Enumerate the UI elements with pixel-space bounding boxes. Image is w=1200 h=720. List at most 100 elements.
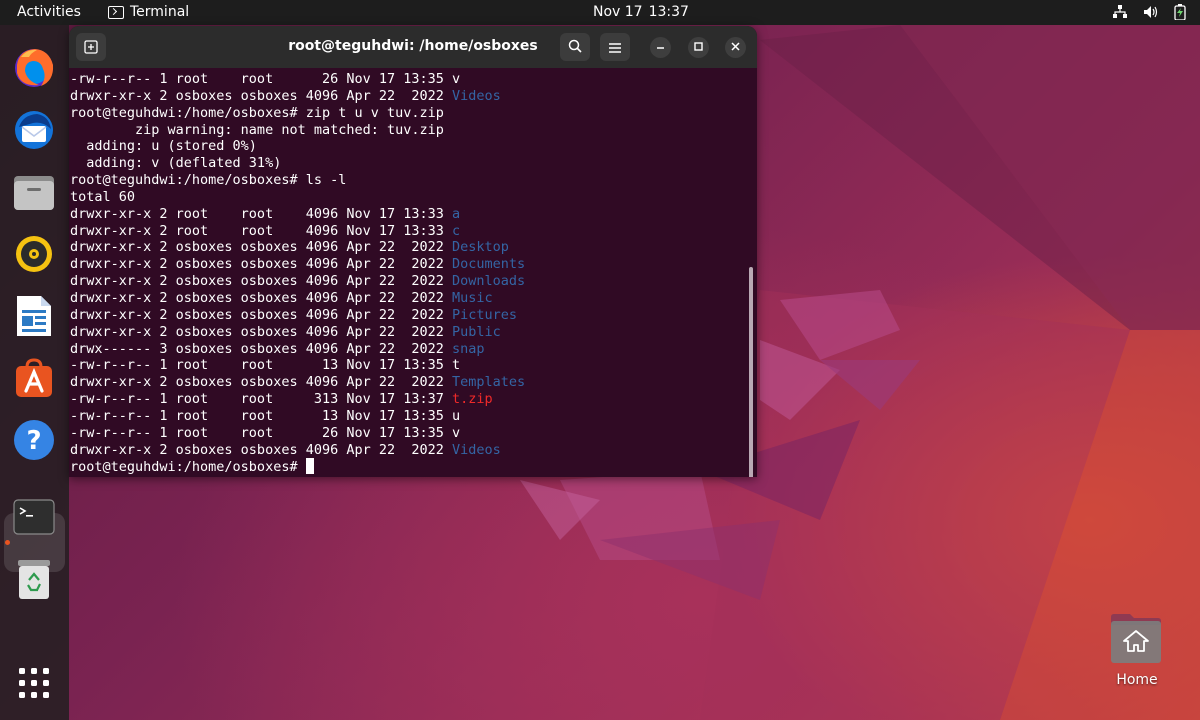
terminal-text: -rw-r--r-- 1 root root 13 Nov 17 13:35 t [70,357,461,374]
terminal-line: drwxr-xr-x 2 osboxes osboxes 4096 Apr 22… [70,374,746,391]
help-icon[interactable]: ? [11,417,57,463]
terminal-titlebar[interactable]: root@teguhdwi: /home/osboxes [69,26,757,68]
terminal-line: -rw-r--r-- 1 root root 13 Nov 17 13:35 t [70,357,746,374]
directory-name: Videos [452,441,501,458]
clock-time: 13:37 [648,4,689,20]
terminal-text: -rw-r--r-- 1 root root 26 Nov 17 13:35 v [70,424,461,441]
terminal-text: drwx------ 3 osboxes osboxes 4096 Apr 22… [70,340,453,357]
terminal-line: -rw-r--r-- 1 root root 26 Nov 17 13:35 v [70,425,746,442]
terminal-line: drwxr-xr-x 2 osboxes osboxes 4096 Apr 22… [70,256,746,273]
clock-date: Nov 17 [593,4,643,20]
thunderbird-icon[interactable] [11,107,57,153]
terminal-line: -rw-r--r-- 1 root root 26 Nov 17 13:35 v [70,71,746,88]
directory-name: c [452,222,461,239]
terminal-text: drwxr-xr-x 2 osboxes osboxes 4096 Apr 22… [70,87,453,104]
battery-icon [1174,4,1186,24]
terminal-text: root@teguhdwi:/home/osboxes# [70,459,306,476]
minimize-icon [656,41,665,54]
terminal-text: adding: v (deflated 31%) [70,155,282,172]
terminal-line: root@teguhdwi:/home/osboxes# [70,458,746,475]
terminal-line: drwxr-xr-x 2 osboxes osboxes 4096 Apr 22… [70,239,746,256]
terminal-line: drwxr-xr-x 2 root root 4096 Nov 17 13:33… [70,206,746,223]
terminal-text: -rw-r--r-- 1 root root 313 Nov 17 13:37 [70,391,453,408]
scrollbar-thumb[interactable] [749,267,753,477]
clock[interactable]: Nov 17 13:37 [593,4,689,20]
terminal-line: drwxr-xr-x 2 osboxes osboxes 4096 Apr 22… [70,88,746,105]
terminal-text: zip warning: name not matched: tuv.zip [70,121,444,138]
terminal-text: drwxr-xr-x 2 osboxes osboxes 4096 Apr 22… [70,306,453,323]
maximize-icon [694,41,703,54]
software-icon[interactable] [11,355,57,401]
terminal-line: -rw-r--r-- 1 root root 13 Nov 17 13:35 u [70,408,746,425]
terminal-app-icon [108,5,124,19]
network-icon [1113,5,1127,23]
terminal-line: drwxr-xr-x 2 root root 4096 Nov 17 13:33… [70,223,746,240]
terminal-line: zip warning: name not matched: tuv.zip [70,122,746,139]
directory-name: Public [452,323,501,340]
terminal-line: total 60 [70,189,746,206]
system-tray[interactable] [1113,4,1186,24]
directory-name: Pictures [452,306,518,323]
app-menu[interactable]: Terminal [108,4,189,20]
top-bar: Activities Terminal Nov 17 13:37 [0,0,1200,25]
app-menu-label: Terminal [130,4,190,20]
terminal-text: -rw-r--r-- 1 root root 13 Nov 17 13:35 u [70,407,461,424]
directory-name: Templates [452,374,526,391]
terminal-text: drwxr-xr-x 2 osboxes osboxes 4096 Apr 22… [70,441,453,458]
home-folder-label[interactable]: Home [1100,672,1174,688]
terminal-text: -rw-r--r-- 1 root root 26 Nov 17 13:35 v [70,71,461,87]
directory-name: Documents [452,256,526,273]
terminal-text: adding: u (stored 0%) [70,138,257,155]
trash-icon[interactable] [11,556,57,602]
maximize-button[interactable] [688,37,709,58]
minimize-button[interactable] [650,37,671,58]
terminal-text: drwxr-xr-x 2 osboxes osboxes 4096 Apr 22… [70,239,453,256]
home-folder-icon[interactable] [1108,613,1166,665]
search-button[interactable] [560,33,590,61]
terminal-output[interactable]: -rw-r--r-- 1 root root 26 Nov 17 13:35 v… [70,71,746,475]
terminal-line: adding: v (deflated 31%) [70,155,746,172]
terminal-line: drwxr-xr-x 2 osboxes osboxes 4096 Apr 22… [70,324,746,341]
directory-name: Desktop [452,239,509,256]
hamburger-icon [609,38,621,57]
grid-icon[interactable] [11,660,57,706]
terminal-scrollbar[interactable] [747,70,757,477]
close-button[interactable] [725,37,746,58]
activities-button[interactable]: Activities [17,4,81,20]
terminal-line: root@teguhdwi:/home/osboxes# zip t u v t… [70,105,746,122]
running-indicator [5,540,10,545]
terminal-line: drwxr-xr-x 2 osboxes osboxes 4096 Apr 22… [70,307,746,324]
search-icon [568,38,582,57]
terminal-text: drwxr-xr-x 2 osboxes osboxes 4096 Apr 22… [70,273,453,290]
files-icon[interactable] [11,169,57,215]
terminal-line: drwxr-xr-x 2 osboxes osboxes 4096 Apr 22… [70,442,746,459]
terminal-text: root@teguhdwi:/home/osboxes# ls -l [70,172,347,189]
directory-name: snap [452,340,485,357]
terminal-line: drwx------ 3 osboxes osboxes 4096 Apr 22… [70,341,746,358]
terminal-text: total 60 [70,188,136,205]
directory-name: Downloads [452,273,526,290]
terminal-window[interactable]: root@teguhdwi: /home/osboxes -rw-r--r-- … [69,26,757,477]
writer-icon[interactable] [11,293,57,339]
archive-name: t.zip [452,391,493,408]
dock: ? [0,25,69,720]
svg-text:?: ? [26,426,41,456]
close-icon [731,41,740,54]
directory-name: a [452,205,461,222]
rhythmbox-icon[interactable] [11,231,57,277]
terminal-line: drwxr-xr-x 2 osboxes osboxes 4096 Apr 22… [70,290,746,307]
terminal-text: drwxr-xr-x 2 osboxes osboxes 4096 Apr 22… [70,256,453,273]
menu-button[interactable] [600,33,630,61]
terminal-text: drwxr-xr-x 2 osboxes osboxes 4096 Apr 22… [70,374,453,391]
terminal-line: drwxr-xr-x 2 osboxes osboxes 4096 Apr 22… [70,273,746,290]
volume-icon [1143,5,1158,23]
terminal-text: drwxr-xr-x 2 osboxes osboxes 4096 Apr 22… [70,323,453,340]
terminal-line: -rw-r--r-- 1 root root 313 Nov 17 13:37 … [70,391,746,408]
terminal-cursor [305,458,314,475]
terminal-line: adding: u (stored 0%) [70,138,746,155]
firefox-icon[interactable] [11,45,57,91]
directory-name: Music [452,289,493,306]
directory-name: Videos [452,87,501,104]
terminal-icon[interactable] [11,494,57,540]
terminal-text: drwxr-xr-x 2 root root 4096 Nov 17 13:33 [70,222,453,239]
